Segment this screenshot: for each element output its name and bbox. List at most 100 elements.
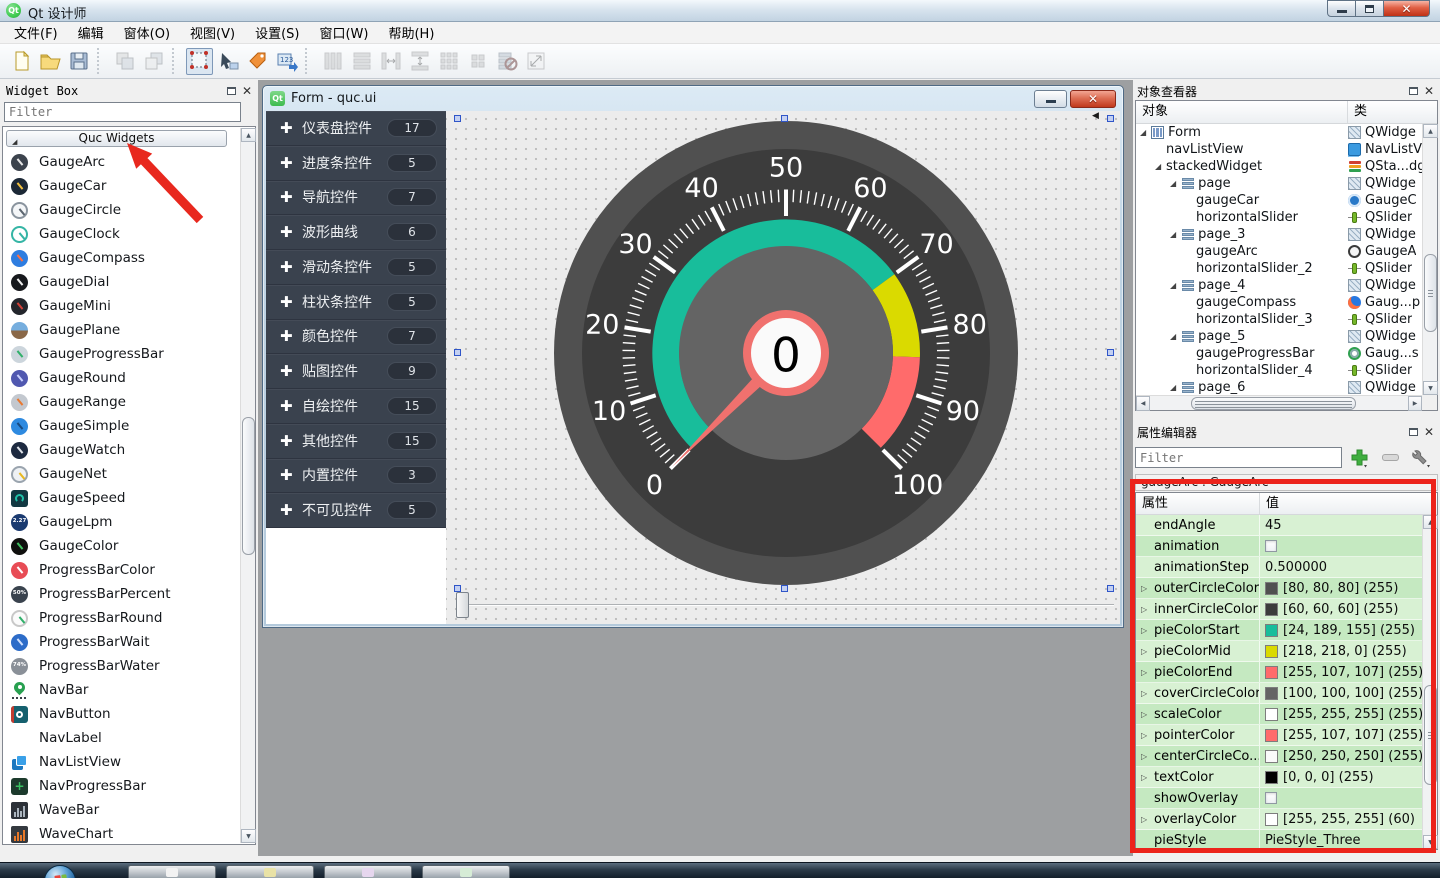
collapse-branch-icon[interactable]: ◢ — [1155, 162, 1166, 171]
collapse-branch-icon[interactable]: ◢ — [1170, 281, 1181, 290]
scroll-down-icon[interactable]: ▼ — [241, 829, 256, 843]
taskbar-button-1[interactable] — [226, 865, 314, 878]
widget-item-NavButton[interactable]: NavButton — [4, 702, 239, 726]
tree-row-page_5[interactable]: ◢ page_5QWidge — [1136, 328, 1422, 345]
widget-item-GaugeSimple[interactable]: GaugeSimple — [4, 414, 239, 438]
design-canvas[interactable]: 01020304050607080901000 ◀ — [446, 111, 1120, 624]
tree-row-Form[interactable]: ◢ FormQWidge — [1136, 124, 1422, 141]
selection-handle[interactable] — [1107, 349, 1114, 356]
widget-item-NavProgressBar[interactable]: +NavProgressBar — [4, 774, 239, 798]
close-button[interactable]: ✕ — [1383, 0, 1430, 17]
tree-row-gaugeArc[interactable]: gaugeArcGaugeA — [1136, 243, 1422, 260]
taskbar-button-0[interactable] — [128, 865, 216, 878]
new-file-icon[interactable] — [7, 48, 34, 75]
raise-widget-icon[interactable] — [111, 48, 138, 75]
float-dock-icon[interactable] — [227, 87, 236, 95]
tree-row-page_6[interactable]: ◢ page_6QWidge — [1136, 379, 1422, 395]
start-button[interactable] — [44, 865, 76, 878]
gauge-arc-widget[interactable]: 01020304050607080901000 — [551, 118, 1021, 588]
layout-form-icon[interactable] — [464, 48, 491, 75]
close-dock-icon[interactable]: ✕ — [242, 86, 252, 96]
scroll-down-icon[interactable]: ▼ — [1423, 381, 1438, 395]
nav-item-1[interactable]: ✚进度条控件5 — [266, 146, 446, 181]
nav-item-8[interactable]: ✚自绘控件15 — [266, 389, 446, 424]
adjust-size-icon[interactable] — [522, 48, 549, 75]
slider-handle[interactable] — [456, 592, 469, 618]
selection-handle[interactable] — [781, 585, 788, 592]
selection-handle[interactable] — [454, 349, 461, 356]
nav-item-5[interactable]: ✚柱状条控件5 — [266, 285, 446, 320]
widget-item-GaugeWatch[interactable]: GaugeWatch — [4, 438, 239, 462]
widget-item-GaugeSpeed[interactable]: GaugeSpeed — [4, 486, 239, 510]
inspector-vscrollbar[interactable]: ▲ ▼ — [1422, 124, 1437, 395]
selection-handle[interactable] — [781, 115, 788, 122]
restore-button[interactable] — [1355, 0, 1384, 17]
close-dock-icon[interactable]: ✕ — [1424, 427, 1434, 437]
selection-handle[interactable] — [454, 115, 461, 122]
tree-row-horizontalSlider_2[interactable]: horizontalSlider_2QSlider — [1136, 260, 1422, 277]
form-titlebar[interactable]: Qt Form - quc.ui ✕ — [263, 86, 1123, 110]
scroll-left-icon[interactable]: ◀ — [1136, 396, 1150, 411]
nav-item-9[interactable]: ✚其他控件15 — [266, 424, 446, 459]
nav-item-11[interactable]: ✚不可见控件5 — [266, 493, 446, 528]
menu-item-4[interactable]: 设置(S) — [245, 21, 309, 44]
edit-widgets-icon[interactable] — [186, 48, 213, 75]
tree-row-gaugeCar[interactable]: gaugeCarGaugeC — [1136, 192, 1422, 209]
form-minimize-button[interactable] — [1034, 90, 1067, 108]
close-dock-icon[interactable]: ✕ — [1424, 86, 1434, 96]
widget-item-GaugeLpm[interactable]: 2.27GaugeLpm — [4, 510, 239, 534]
selection-handle[interactable] — [1107, 115, 1114, 122]
tree-row-page_3[interactable]: ◢ page_3QWidge — [1136, 226, 1422, 243]
collapse-branch-icon[interactable]: ◢ — [1170, 383, 1181, 392]
layout-vertical-icon[interactable] — [319, 48, 346, 75]
collapse-branch-icon[interactable]: ◢ — [1170, 230, 1181, 239]
nav-item-10[interactable]: ✚内置控件3 — [266, 459, 446, 494]
widget-item-NavBar[interactable]: NavBar — [4, 678, 239, 702]
tree-row-page_4[interactable]: ◢ page_4QWidge — [1136, 277, 1422, 294]
minimize-button[interactable] — [1327, 0, 1356, 17]
nav-item-3[interactable]: ✚波形曲线6 — [266, 215, 446, 250]
float-dock-icon[interactable] — [1409, 87, 1418, 95]
tree-row-gaugeCompass[interactable]: gaugeCompassGaug...p — [1136, 294, 1422, 311]
edit-signals-icon[interactable] — [215, 48, 242, 75]
tree-row-horizontalSlider[interactable]: horizontalSliderQSlider — [1136, 209, 1422, 226]
nav-item-7[interactable]: ✚贴图控件9 — [266, 354, 446, 389]
layout-split-vertical-icon[interactable] — [406, 48, 433, 75]
widget-item-GaugePlane[interactable]: GaugePlane — [4, 318, 239, 342]
scrollbar-thumb[interactable] — [1424, 254, 1437, 332]
widget-item-GaugeNet[interactable]: GaugeNet — [4, 462, 239, 486]
edit-buddies-icon[interactable] — [244, 48, 271, 75]
layout-grid-icon[interactable] — [435, 48, 462, 75]
layout-horizontal-icon[interactable] — [348, 48, 375, 75]
scroll-right-icon[interactable]: ▶ — [1408, 396, 1422, 411]
collapse-branch-icon[interactable]: ◢ — [1170, 332, 1181, 341]
edit-tab-order-icon[interactable]: 123 — [273, 48, 300, 75]
nav-item-0[interactable]: ✚仪表盘控件17 — [266, 111, 446, 146]
configure-property-editor-button[interactable] — [1407, 446, 1435, 469]
scrollbar-thumb[interactable] — [242, 417, 255, 555]
inspector-hscrollbar[interactable]: ◀ ▶ — [1136, 395, 1422, 410]
tree-row-horizontalSlider_4[interactable]: horizontalSlider_4QSlider — [1136, 362, 1422, 379]
tree-row-page[interactable]: ◢ pageQWidge — [1136, 175, 1422, 192]
menu-item-1[interactable]: 编辑 — [68, 21, 114, 44]
widget-item-WaveBar[interactable]: WaveBar — [4, 798, 239, 822]
float-dock-icon[interactable] — [1409, 428, 1418, 436]
widget-item-ProgressBarWait[interactable]: ProgressBarWait — [4, 630, 239, 654]
slider-groove[interactable] — [464, 604, 1114, 606]
widget-item-GaugeRange[interactable]: GaugeRange — [4, 390, 239, 414]
widget-item-ProgressBarPercent[interactable]: 50%ProgressBarPercent — [4, 582, 239, 606]
widget-item-GaugeProgressBar[interactable]: GaugeProgressBar — [4, 342, 239, 366]
tree-row-stackedWidget[interactable]: ◢stackedWidgetQSta...dg — [1136, 158, 1422, 175]
selection-handle[interactable] — [454, 585, 461, 592]
menu-item-2[interactable]: 窗体(O) — [114, 21, 180, 44]
widget-item-GaugeRound[interactable]: GaugeRound — [4, 366, 239, 390]
tree-row-gaugeProgressBar[interactable]: gaugeProgressBarGaug...s — [1136, 345, 1422, 362]
nav-item-4[interactable]: ✚滑动条控件5 — [266, 250, 446, 285]
widget-item-NavListView[interactable]: NavListView — [4, 750, 239, 774]
remove-dynamic-property-button[interactable] — [1378, 446, 1402, 469]
column-object[interactable]: 对象 — [1136, 101, 1348, 123]
scroll-up-icon[interactable]: ▲ — [241, 128, 256, 142]
widget-box-scrollbar[interactable]: ▲ ▼ — [240, 128, 255, 843]
break-layout-icon[interactable] — [493, 48, 520, 75]
nav-item-2[interactable]: ✚导航控件7 — [266, 181, 446, 216]
